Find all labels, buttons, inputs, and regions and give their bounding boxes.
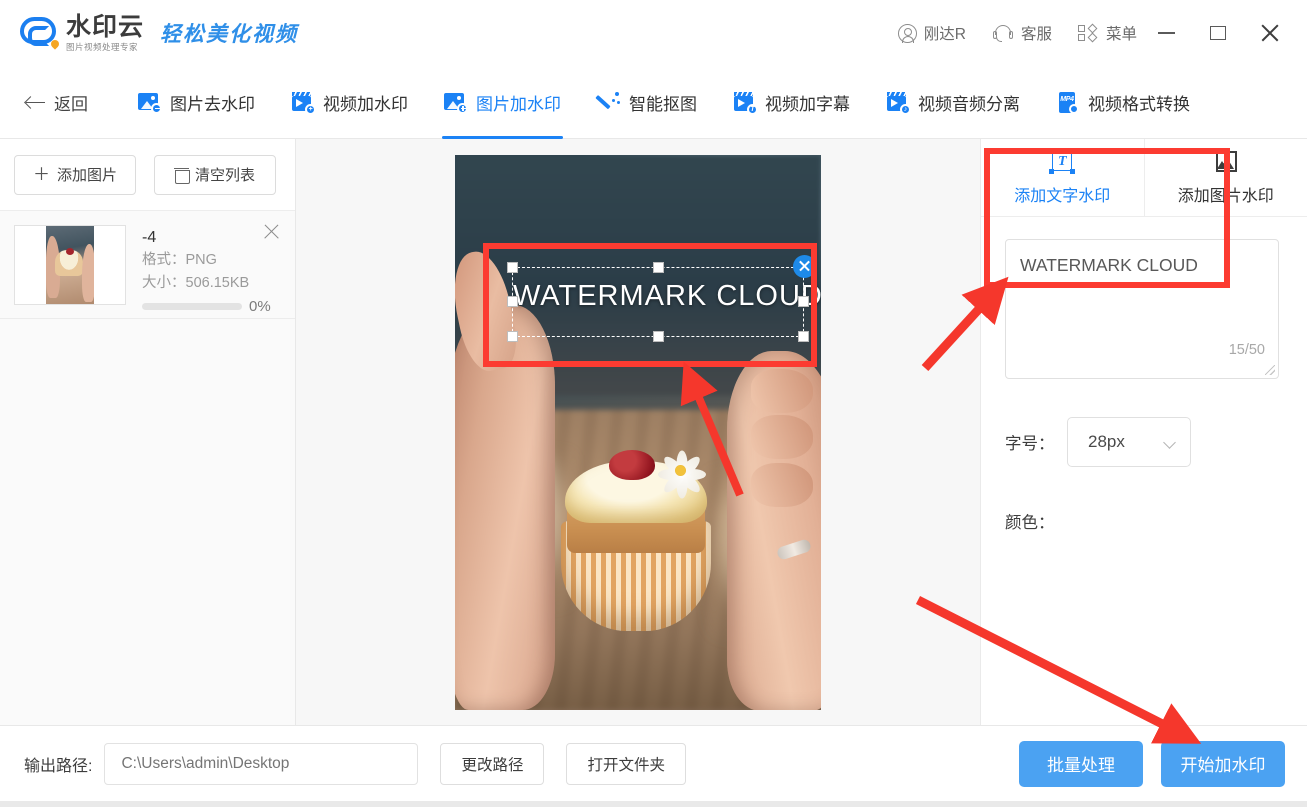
annotation-arrows bbox=[680, 276, 1202, 744]
app-window: 水印云 图片视频处理专家 轻松美化视频 刚达R 客服 菜单 返回 图片去水印 +… bbox=[0, 0, 1307, 807]
arrow-to-watermark bbox=[680, 361, 744, 497]
arrow-to-start-button bbox=[915, 595, 1202, 744]
arrow-to-text-input bbox=[921, 276, 1009, 372]
